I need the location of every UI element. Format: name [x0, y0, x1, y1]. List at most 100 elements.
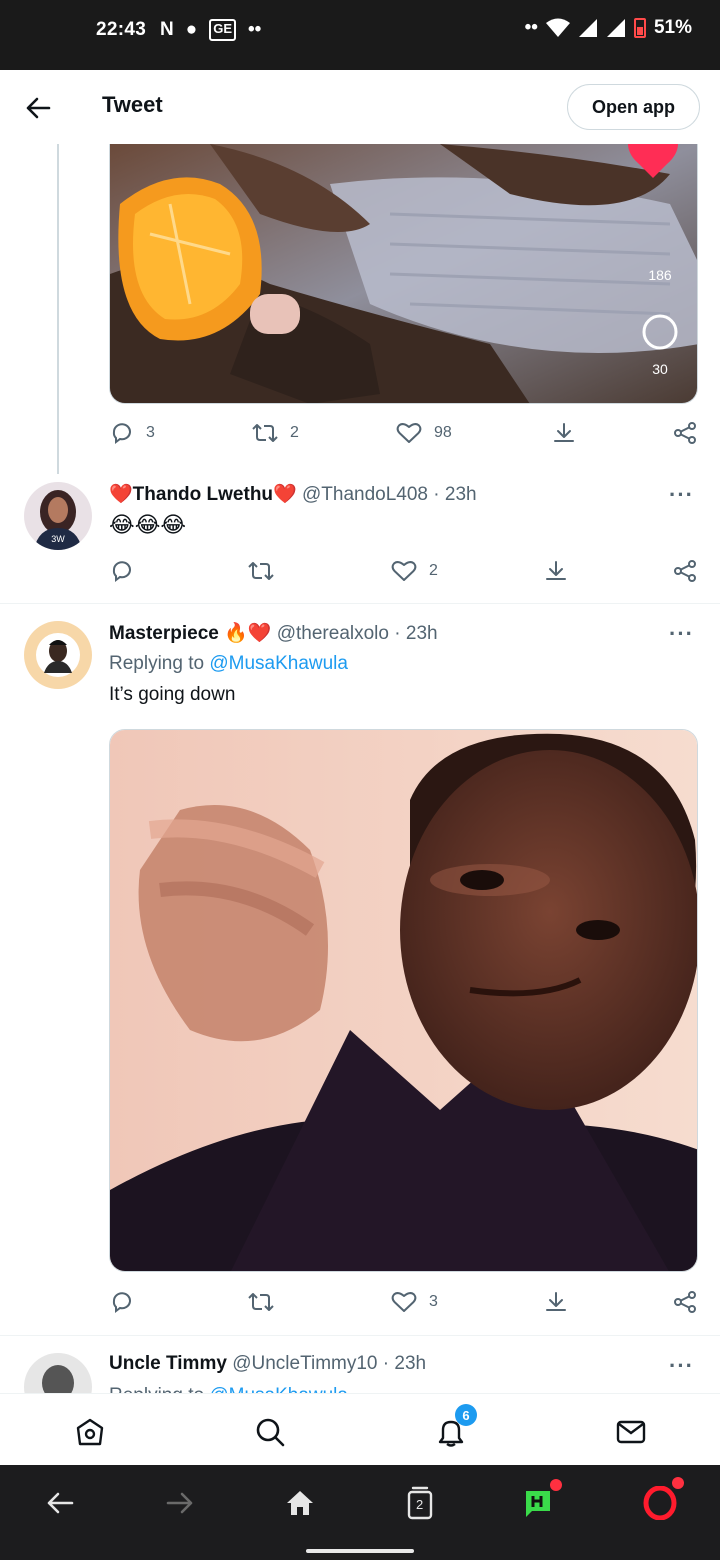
like-count: 2	[429, 562, 438, 579]
download-button[interactable]	[544, 559, 568, 583]
share-button[interactable]	[673, 559, 697, 583]
battery-icon	[633, 18, 646, 38]
like-button[interactable]: 2	[391, 559, 438, 583]
home-icon	[287, 1491, 313, 1515]
like-count: 3	[429, 1293, 438, 1310]
tweet-text: 😂😂😂	[109, 512, 187, 537]
tweet-gif-image[interactable]	[109, 729, 698, 1272]
svg-text:3W: 3W	[51, 534, 65, 544]
more-options-button[interactable]: ···	[669, 1353, 694, 1379]
author-handle: @ThandoL408	[302, 484, 428, 505]
browser-back-button[interactable]	[38, 1481, 82, 1525]
tweet-video-orange[interactable]: 186 30	[109, 144, 698, 404]
browser-forward-button[interactable]	[158, 1481, 202, 1525]
author-handle: @UncleTimmy10	[232, 1353, 378, 1374]
open-app-button[interactable]: Open app	[566, 84, 700, 130]
dot-separator: ·	[433, 484, 445, 505]
download-button[interactable]	[544, 1290, 568, 1314]
battery-percent: 51%	[653, 17, 692, 38]
search-tab[interactable]	[250, 1412, 290, 1452]
more-notifications-icon: ••	[248, 19, 262, 40]
reply-icon	[112, 1292, 131, 1313]
mail-icon	[616, 1420, 646, 1444]
download-icon	[554, 423, 574, 442]
like-count: 98	[434, 424, 452, 441]
messages-tab[interactable]	[611, 1412, 651, 1452]
reply-button[interactable]	[110, 559, 134, 583]
search-icon	[256, 1418, 285, 1447]
browser-tabs-button[interactable]: 2	[398, 1481, 442, 1525]
browser-extension-button[interactable]	[516, 1479, 562, 1525]
share-button[interactable]	[673, 421, 697, 445]
opera-notification-dot	[672, 1477, 684, 1489]
dot-separator: ·	[382, 1353, 395, 1374]
avatar-image	[24, 621, 92, 689]
retweet-icon	[248, 1293, 274, 1311]
divider	[0, 1335, 720, 1336]
home-tab[interactable]	[70, 1412, 110, 1452]
reply-button[interactable]	[110, 1290, 134, 1314]
heart-icon	[391, 1292, 417, 1312]
retweet-button[interactable]: 2	[252, 421, 299, 445]
wifi-icon	[545, 18, 570, 37]
share-icon	[674, 422, 696, 444]
tweet-author[interactable]: Masterpiece 🔥❤️ @therealxolo · 23h	[109, 621, 438, 645]
tweet-actions: 2	[0, 559, 720, 589]
status-bar: 22:43 N ● GE •• •• 51%	[0, 0, 720, 70]
author-name: Thando Lwethu	[132, 484, 274, 505]
more-options-button[interactable]: ···	[669, 482, 694, 508]
game-icon	[526, 1491, 550, 1517]
name-emoji: ❤️	[109, 484, 133, 505]
reply-count: 3	[146, 424, 155, 441]
app-notification-icon: GE	[209, 19, 237, 41]
retweet-icon	[248, 562, 274, 580]
gesture-bar[interactable]	[306, 1549, 414, 1553]
gif-frame	[110, 730, 697, 1271]
name-emoji: 🔥❤️	[224, 623, 272, 644]
share-icon	[674, 1291, 696, 1313]
browser-home-button[interactable]	[278, 1481, 322, 1525]
retweet-count: 2	[290, 424, 299, 441]
reply-button[interactable]: 3	[110, 421, 155, 445]
tweet-actions: 3 2 98	[0, 421, 720, 451]
tweet-author[interactable]: Uncle Timmy @UncleTimmy10 · 23h	[109, 1353, 426, 1375]
notifications-tab[interactable]: 6	[431, 1404, 477, 1452]
replying-label: Replying to	[109, 653, 205, 674]
tweet-time: 23h	[444, 484, 477, 505]
mention-link[interactable]: @MusaKhawula	[209, 653, 348, 674]
browser-toolbar: 2	[0, 1465, 720, 1560]
home-icon	[76, 1418, 104, 1446]
like-button[interactable]: 3	[391, 1290, 438, 1314]
tweet-time: 23h	[405, 623, 438, 644]
reply-icon	[112, 561, 131, 582]
messenger-icon: ●	[185, 19, 198, 40]
author-handle: @therealxolo	[276, 623, 389, 644]
retweet-button[interactable]	[248, 559, 274, 583]
like-button[interactable]: 98	[396, 421, 452, 445]
tweet-actions: 3	[0, 1290, 720, 1320]
dots-icon: ••	[524, 17, 538, 38]
heart-icon	[396, 423, 422, 443]
share-button[interactable]	[673, 1290, 697, 1314]
back-button[interactable]	[18, 88, 58, 128]
arrow-left-icon	[47, 1492, 74, 1514]
author-name: Masterpiece	[109, 623, 219, 644]
retweet-icon	[252, 424, 278, 442]
more-options-button[interactable]: ···	[669, 621, 694, 647]
download-button[interactable]	[552, 421, 576, 445]
orange-video-frame: 186 30	[110, 144, 697, 403]
video-comment-count: 30	[652, 361, 668, 377]
name-emoji: ❤️	[273, 484, 297, 505]
opera-menu-button[interactable]	[638, 1477, 684, 1525]
tweet-header: Tweet Open app	[0, 70, 720, 144]
signal-icon	[578, 19, 597, 37]
avatar[interactable]	[24, 621, 92, 689]
netflix-icon: N	[160, 19, 174, 40]
avatar[interactable]: 3W	[24, 482, 92, 550]
tweet-text: It’s going down	[109, 684, 236, 705]
tweet-author[interactable]: ❤️Thando Lwethu❤️ @ThandoL408 · 23h	[109, 482, 477, 506]
download-icon	[546, 1292, 566, 1311]
retweet-button[interactable]	[248, 1290, 274, 1314]
tweet-time: 23h	[394, 1353, 427, 1374]
dot-separator: ·	[394, 623, 406, 644]
